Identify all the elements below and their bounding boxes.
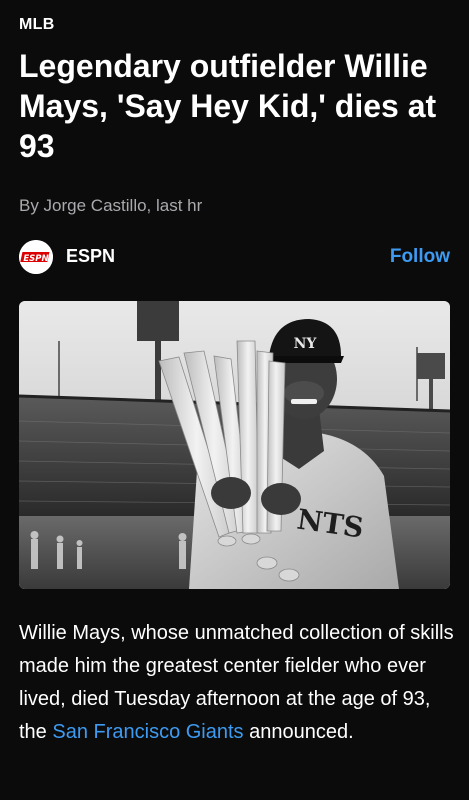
- san-francisco-giants-link[interactable]: San Francisco Giants: [52, 721, 243, 743]
- follow-button[interactable]: Follow: [390, 246, 450, 268]
- article-byline: By Jorge Castillo, last hr: [19, 196, 203, 215]
- source-row: ESPN ESPN Follow: [19, 240, 450, 274]
- article-page: MLB Legendary outfielder Willie Mays, 'S…: [0, 0, 469, 800]
- article-headline: Legendary outfielder Willie Mays, 'Say H…: [19, 48, 437, 164]
- espn-logo-icon[interactable]: ESPN: [19, 240, 53, 274]
- article-body: Willie Mays, whose unmatched collection …: [19, 617, 459, 749]
- article-photo[interactable]: NY NTS: [19, 301, 450, 589]
- source-name[interactable]: ESPN: [66, 246, 115, 267]
- body-text-end: announced.: [243, 721, 354, 743]
- category-label[interactable]: MLB: [19, 16, 55, 34]
- espn-logo-text: ESPN: [23, 254, 48, 264]
- svg-text:NY: NY: [294, 336, 318, 352]
